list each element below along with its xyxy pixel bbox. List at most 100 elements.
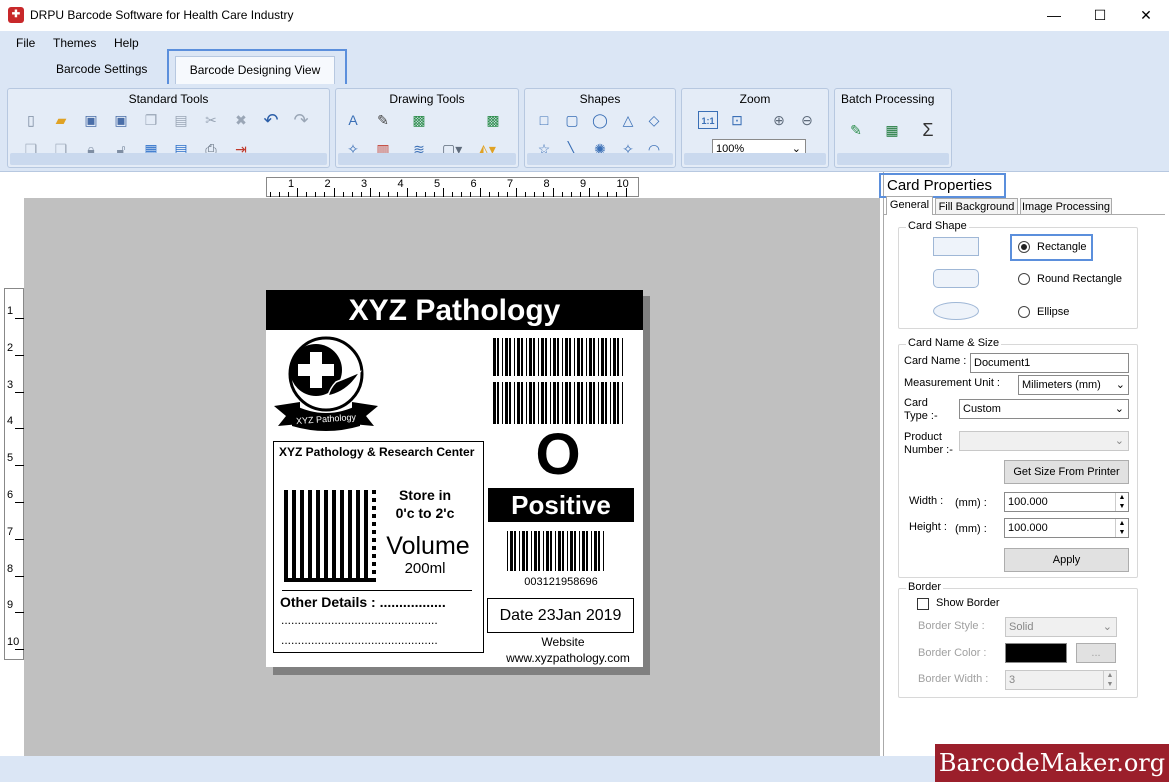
save-as-icon[interactable]: ▣ <box>112 111 130 129</box>
datamatrix-module <box>332 570 336 574</box>
website-url[interactable]: www.xyzpathology.com <box>488 651 648 665</box>
batch-edit-icon[interactable]: ✎ <box>847 121 865 139</box>
excel-import-icon[interactable]: ▦ <box>883 121 901 139</box>
show-border-label[interactable]: Show Border <box>936 597 1000 609</box>
tab-fill-background[interactable]: Fill Background <box>935 198 1018 215</box>
datamatrix-module <box>292 554 296 558</box>
zoom-out-icon[interactable]: ⊖ <box>798 111 816 129</box>
round-rectangle-shape-icon[interactable]: ▢ <box>563 111 581 129</box>
text-icon[interactable]: A <box>344 111 362 129</box>
barcode-bar <box>582 531 585 571</box>
barcode-3[interactable] <box>507 531 607 571</box>
ruler-tick <box>15 465 24 467</box>
round-rectangle-radio[interactable] <box>1018 273 1030 285</box>
rectangle-radio[interactable] <box>1018 241 1030 253</box>
vertical-ruler: 1 2 3 4 5 6 7 8 9 10 <box>4 288 24 660</box>
blood-group[interactable]: O <box>530 423 586 487</box>
tab-general[interactable]: General <box>886 196 933 215</box>
card-name-field[interactable]: Document1 <box>970 353 1129 373</box>
group-title: Zoom <box>739 92 771 106</box>
border-color-swatch[interactable] <box>1005 643 1067 663</box>
round-rectangle-label[interactable]: Round Rectangle <box>1037 273 1122 285</box>
formula-icon[interactable]: Σ <box>919 121 937 139</box>
rh-factor-label[interactable]: Positive <box>488 488 634 522</box>
spinner-icon[interactable]: ▲ ▼ <box>1103 671 1116 689</box>
rectangle-label[interactable]: Rectangle <box>1037 241 1087 253</box>
width-field[interactable]: 100.000 ▲ ▼ <box>1004 492 1129 512</box>
menu-file[interactable]: File <box>16 36 35 50</box>
datamatrix-code[interactable] <box>284 490 376 582</box>
apply-button[interactable]: Apply <box>1004 548 1129 572</box>
cut-icon[interactable]: ✂ <box>202 111 220 129</box>
datamatrix-module <box>324 534 328 538</box>
date-box[interactable]: Date 23Jan 2019 <box>487 598 634 633</box>
menu-themes[interactable]: Themes <box>53 36 96 50</box>
border-width-field[interactable]: 3 ▲ ▼ <box>1005 670 1117 690</box>
tab-barcode-settings[interactable]: Barcode Settings <box>56 62 147 76</box>
barcode-bar <box>529 338 532 376</box>
volume-value[interactable]: 200ml <box>378 560 472 577</box>
spinner-icon[interactable]: ▲ ▼ <box>1115 493 1128 511</box>
spinner-icon[interactable]: ▲ ▼ <box>1115 519 1128 537</box>
group-standard-tools: Standard Tools ▯ ▰ ▣ ▣ ❐ ▤ ✂ ✖ ↶ ↷ ❏ ❏ 🔒… <box>7 88 330 168</box>
datamatrix-module <box>300 534 304 538</box>
pencil-icon[interactable]: ✎ <box>374 111 392 129</box>
save-icon[interactable]: ▣ <box>82 111 100 129</box>
datamatrix-module <box>316 530 320 534</box>
triangle-shape-icon[interactable]: △ <box>619 111 637 129</box>
zoom-in-icon[interactable]: ⊕ <box>770 111 788 129</box>
other-details[interactable]: Other Details : ................. <box>280 594 446 610</box>
card-type-select[interactable]: Custom ⌄ <box>959 399 1129 419</box>
website-label[interactable]: Website <box>488 635 638 649</box>
border-color-button[interactable]: ... <box>1076 643 1116 663</box>
measurement-unit-select[interactable]: Milimeters (mm) ⌄ <box>1018 375 1129 395</box>
store-line-2[interactable]: 0'c to 2'c <box>380 505 470 521</box>
barcode-1[interactable] <box>493 338 625 376</box>
new-icon[interactable]: ▯ <box>22 111 40 129</box>
ellipse-preview <box>933 302 979 320</box>
volume-label[interactable]: Volume <box>378 532 478 561</box>
maximize-button[interactable]: ☐ <box>1077 0 1123 31</box>
ruler-minor-tick <box>525 192 526 197</box>
card-header[interactable]: XYZ Pathology <box>266 290 643 330</box>
barcode-bar <box>605 338 607 376</box>
ellipse-radio[interactable] <box>1018 306 1030 318</box>
ellipse-label[interactable]: Ellipse <box>1037 306 1069 318</box>
datamatrix-module <box>340 522 344 526</box>
barcode-number[interactable]: 003121958696 <box>488 576 634 588</box>
get-size-from-printer-button[interactable]: Get Size From Printer <box>1004 460 1129 484</box>
fit-to-window-icon[interactable]: ⊡ <box>728 111 746 129</box>
actual-size-icon[interactable]: 1:1 <box>698 111 718 129</box>
rectangle-shape-icon[interactable]: □ <box>535 111 553 129</box>
border-style-select[interactable]: Solid ⌄ <box>1005 617 1117 637</box>
open-icon[interactable]: ▰ <box>52 111 70 129</box>
ruler-minor-tick <box>506 192 508 197</box>
datamatrix-module <box>356 518 360 522</box>
datamatrix-module <box>300 530 304 534</box>
datamatrix-module <box>372 538 376 542</box>
ruler-label: 2 <box>7 341 14 354</box>
ellipse-shape-icon[interactable]: ◯ <box>591 111 609 129</box>
undo-icon[interactable]: ↶ <box>262 111 280 129</box>
ruler-tick <box>516 188 517 197</box>
tab-image-processing[interactable]: Image Processing <box>1020 198 1112 215</box>
close-button[interactable]: ✕ <box>1123 0 1169 31</box>
height-field[interactable]: 100.000 ▲ ▼ <box>1004 518 1129 538</box>
delete-icon[interactable]: ✖ <box>232 111 250 129</box>
company-name[interactable]: XYZ Pathology & Research Center <box>279 445 479 460</box>
datamatrix-module <box>356 494 360 498</box>
ribbon: Standard Tools ▯ ▰ ▣ ▣ ❐ ▤ ✂ ✖ ↶ ↷ ❏ ❏ 🔒… <box>0 84 1169 172</box>
image-library-icon[interactable]: ▩ <box>484 111 502 129</box>
minimize-button[interactable]: — <box>1031 0 1077 31</box>
diamond-shape-icon[interactable]: ◇ <box>645 111 663 129</box>
redo-icon[interactable]: ↷ <box>292 111 310 129</box>
copy-icon[interactable]: ❐ <box>142 111 160 129</box>
barcode-2[interactable] <box>493 382 625 424</box>
ruler-minor-tick <box>388 192 389 197</box>
menu-help[interactable]: Help <box>114 36 139 50</box>
paste-icon[interactable]: ▤ <box>172 111 190 129</box>
picture-icon[interactable]: ▩ <box>410 111 428 129</box>
store-line-1[interactable]: Store in <box>380 487 470 503</box>
show-border-checkbox[interactable] <box>917 598 929 610</box>
product-number-select[interactable]: ⌄ <box>959 431 1129 451</box>
